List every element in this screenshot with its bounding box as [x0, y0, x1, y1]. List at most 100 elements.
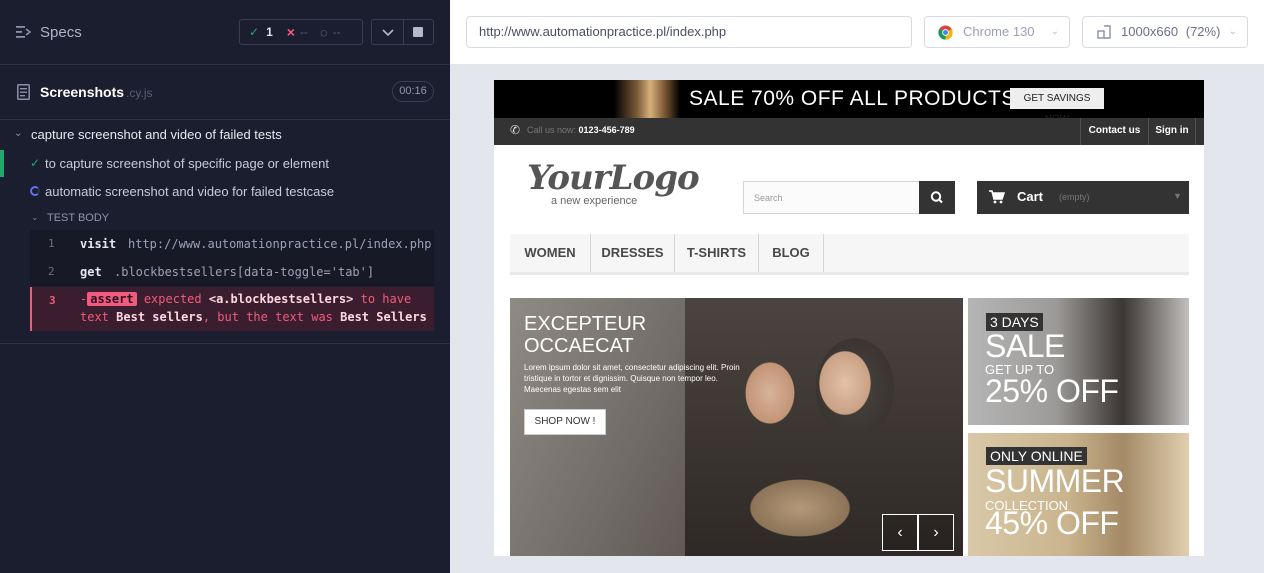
call-info: Call us now: 0123-456-789 [527, 125, 635, 135]
spec-file-ext: .cy.js [126, 86, 153, 100]
site-logo[interactable]: YourLogo a new experience [527, 158, 700, 210]
x-icon: × [286, 24, 295, 40]
assert-message-line2: text Best sellers, but the text was Best… [80, 310, 427, 324]
phone-number: 0123-456-789 [578, 125, 635, 135]
cart-icon [989, 190, 1005, 204]
tile-discount: 25% OFF [985, 373, 1119, 409]
promo-text: SALE 70% OFF ALL PRODUCTS [689, 87, 1016, 110]
suite-title: capture screenshot and video of failed t… [31, 127, 282, 142]
chevron-down-icon: ⌄ [1228, 26, 1237, 37]
menu-item-blog[interactable]: BLOG [759, 234, 824, 272]
logo-tagline: a new experience [551, 195, 638, 207]
failed-count: -- [299, 25, 308, 39]
contact-link[interactable]: Contact us [1080, 118, 1148, 145]
promo-tile-summer[interactable]: ONLY ONLINE SUMMER COLLECTION 45% OFF [968, 433, 1189, 556]
spinner-icon [30, 186, 40, 196]
command-number: 3 [49, 294, 56, 307]
chevron-down-icon: ⌄ [1050, 26, 1059, 37]
active-test-indicator [0, 150, 4, 177]
stop-icon[interactable] [413, 27, 423, 37]
viewport-icon [1097, 25, 1111, 39]
promo-image [614, 80, 680, 118]
chrome-icon [938, 25, 953, 40]
command-row-failed[interactable]: 3 - assert expected <a.blockbestsellers> … [30, 287, 434, 331]
viewport-scale: (72%) [1185, 24, 1221, 39]
assert-expected: Best sellers [116, 310, 203, 324]
slide-title-line: OCCAECAT [524, 335, 634, 357]
signin-link[interactable]: Sign in [1148, 118, 1196, 145]
chevron-down-icon: ▼ [1173, 191, 1182, 201]
arrow-right-icon[interactable]: › [918, 514, 954, 551]
arrow-left-icon[interactable]: ‹ [882, 514, 918, 551]
shop-now-button[interactable]: SHOP NOW ! [524, 409, 606, 435]
menu-item-women[interactable]: WOMEN [510, 234, 591, 272]
url-field[interactable]: http://www.automationpractice.pl/index.p… [466, 16, 912, 48]
homepage-slider: EXCEPTEUR OCCAECAT Lorem ipsum dolor sit … [510, 298, 963, 556]
assert-message-line1: - assert expected <a.blockbestsellers> to… [80, 292, 411, 306]
assert-subject: <a.blockbestsellers> [208, 292, 354, 306]
command-name: visit [80, 237, 117, 251]
chevron-down-icon[interactable] [380, 25, 396, 39]
aut-iframe: SALE 70% OFF ALL PRODUCTS GET SAVINGS NO… [494, 80, 1204, 556]
tile-heading: SUMMER [985, 463, 1125, 499]
command-number: 1 [48, 237, 55, 250]
divider [0, 343, 450, 344]
assert-badge: assert [87, 292, 137, 306]
file-icon [17, 84, 30, 100]
command-message: .blockbestsellers[data-toggle='tab'] [114, 265, 375, 279]
promo-banner[interactable]: SALE 70% OFF ALL PRODUCTS GET SAVINGS NO… [494, 80, 1204, 125]
cart-button[interactable]: Cart (empty) ▼ [977, 181, 1189, 214]
assert-actual: Best Sellers [340, 310, 427, 324]
test-title: to capture screenshot of specific page o… [45, 156, 329, 171]
divider [403, 20, 404, 44]
specs-icon[interactable] [16, 25, 32, 39]
command-row[interactable]: 1 visit http://www.automationpractice.pl… [30, 230, 434, 258]
aut-toolbar: http://www.automationpractice.pl/index.p… [450, 0, 1264, 64]
test-row-running[interactable]: automatic screenshot and video for faile… [0, 178, 450, 204]
test-body-label: TEST BODY [47, 212, 110, 224]
browser-selector[interactable]: Chrome 130 ⌄ [924, 16, 1070, 48]
chevron-down-icon: ⌄ [14, 128, 23, 139]
suite-row[interactable]: ⌄ capture screenshot and video of failed… [0, 124, 450, 146]
pending-count: -- [332, 25, 341, 39]
viewport-size: 1000x660 [1121, 24, 1179, 39]
assert-text: expected [143, 292, 202, 306]
assert-text: , but the text was [202, 310, 333, 324]
tile-discount: 45% OFF [985, 505, 1119, 541]
promo-tile-sale[interactable]: 3 DAYS SALE GET UP TO 25% OFF [968, 298, 1189, 425]
command-name: get [80, 265, 102, 279]
slide-title: EXCEPTEUR OCCAECAT [524, 313, 646, 357]
specs-header: Specs ✓ 1 × -- ◌ -- [0, 0, 450, 65]
tile-heading: SALE [985, 328, 1065, 364]
specs-title[interactable]: Specs [40, 24, 82, 41]
browser-label: Chrome 130 [963, 24, 1035, 39]
spec-file-header: Screenshots .cy.js 00:16 [0, 65, 450, 120]
search-button[interactable] [919, 181, 955, 214]
command-row[interactable]: 2 get .blockbestsellers[data-toggle='tab… [30, 258, 434, 286]
menu-item-tshirts[interactable]: T-SHIRTS [675, 234, 759, 272]
assert-text: text [80, 310, 109, 324]
search-input[interactable] [744, 182, 920, 213]
command-message: http://www.automationpractice.pl/index.p… [128, 237, 432, 251]
assert-text: to have [360, 292, 412, 306]
cart-label: Cart [1017, 189, 1044, 204]
command-number: 2 [48, 265, 55, 278]
chevron-down-icon: ⌄ [31, 212, 39, 222]
logo-text: YourLogo [527, 158, 700, 198]
promo-button[interactable]: GET SAVINGS NOW [1010, 88, 1104, 125]
viewport-selector[interactable]: 1000x660 (72%) ⌄ [1082, 16, 1248, 48]
call-label: Call us now: [527, 125, 577, 135]
check-icon: ✓ [30, 156, 41, 170]
passed-count: 1 [266, 25, 273, 39]
reporter-panel: Specs ✓ 1 × -- ◌ -- Screenshots .cy.js 00… [0, 0, 450, 573]
test-row-passed[interactable]: ✓ to capture screenshot of specific page… [0, 150, 450, 177]
check-icon: ✓ [249, 25, 260, 39]
duration-badge: 00:16 [392, 81, 434, 102]
menu-item-dresses[interactable]: DRESSES [591, 234, 675, 272]
slide-title-line: EXCEPTEUR [524, 313, 647, 335]
pending-icon: ◌ [319, 24, 328, 40]
test-title: automatic screenshot and video for faile… [45, 184, 335, 199]
cart-status: (empty) [1059, 192, 1090, 202]
search-icon [930, 191, 943, 204]
spec-file-name[interactable]: Screenshots .cy.js [40, 84, 153, 100]
